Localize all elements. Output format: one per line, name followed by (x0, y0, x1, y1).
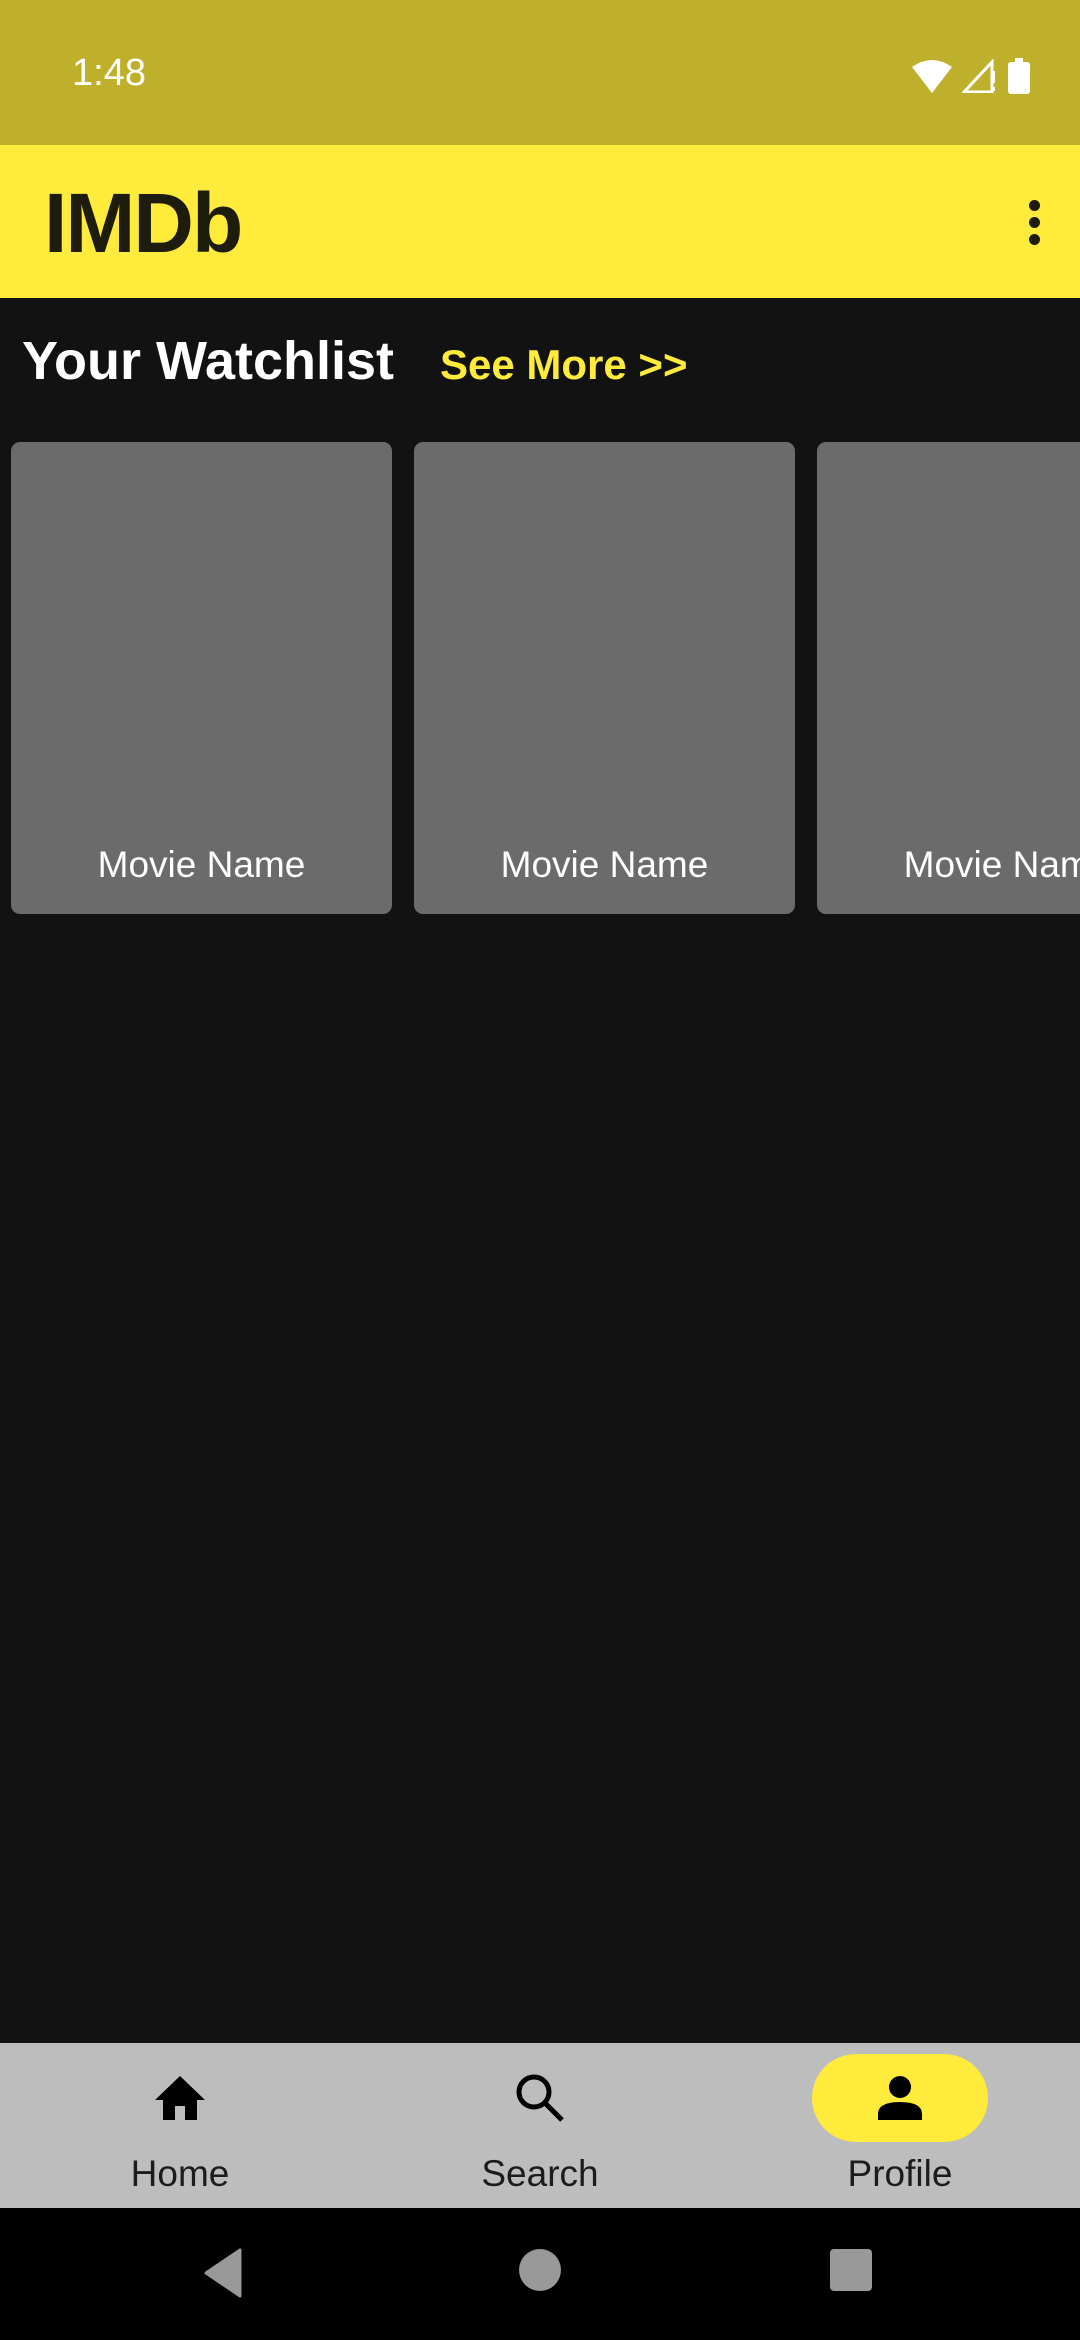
bottom-navigation: Home Search Profile (0, 2043, 1080, 2208)
nav-label: Home (130, 2153, 230, 2194)
nav-indicator (812, 2054, 988, 2142)
app-bar: IMDb (0, 145, 1080, 298)
watchlist-header: Your Watchlist See More >> (22, 330, 687, 392)
system-navigation-bar (0, 2208, 1080, 2340)
dot (1028, 233, 1040, 245)
status-icons (912, 58, 1030, 94)
more-vert-icon[interactable] (1006, 187, 1062, 257)
nav-label: Search (481, 2153, 599, 2194)
movie-card[interactable]: Movie Name (11, 442, 392, 914)
battery-icon (1008, 58, 1030, 94)
movie-name: Movie Name (97, 844, 306, 885)
recents-icon[interactable] (829, 2248, 873, 2292)
back-icon[interactable] (202, 2248, 244, 2298)
watchlist-carousel[interactable]: Movie Name Movie Name Movie Name (11, 442, 1080, 914)
movie-card[interactable]: Movie Name (414, 442, 795, 914)
nav-label: Profile (847, 2153, 953, 2194)
watchlist-title: Your Watchlist (22, 331, 395, 391)
nav-indicator (92, 2054, 268, 2142)
person-icon (878, 2076, 922, 2120)
nav-item-search[interactable]: Search (360, 2043, 720, 2208)
status-bar: 1:48 (0, 0, 1080, 145)
home-circle-icon[interactable] (518, 2248, 562, 2292)
signal-icon (962, 59, 995, 93)
movie-name: Movie Name (903, 844, 1080, 885)
see-more-link[interactable]: See More >> (440, 341, 687, 389)
movie-name: Movie Name (500, 844, 709, 885)
nav-item-profile[interactable]: Profile (720, 2043, 1080, 2208)
app-title: IMDb (44, 176, 243, 270)
dot (1028, 216, 1040, 228)
nav-indicator (452, 2054, 628, 2142)
search-icon (516, 2074, 564, 2122)
nav-item-home[interactable]: Home (0, 2043, 360, 2208)
status-time: 1:48 (72, 52, 146, 94)
movie-card[interactable]: Movie Name (817, 442, 1080, 914)
home-icon (155, 2076, 205, 2120)
wifi-icon (912, 60, 952, 93)
dot (1028, 199, 1040, 211)
